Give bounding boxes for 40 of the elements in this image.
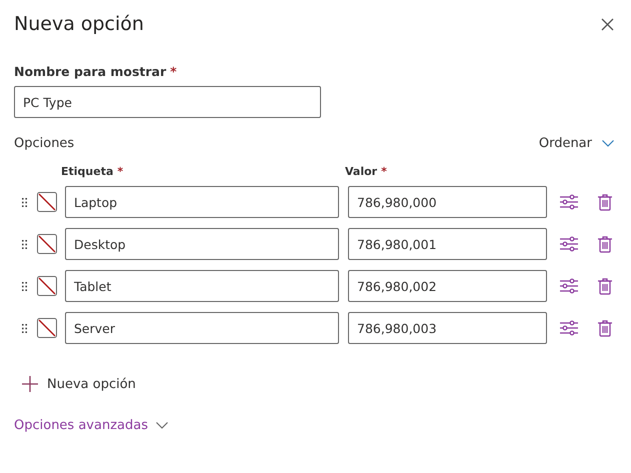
color-swatch-icon[interactable] <box>37 234 57 254</box>
label-field[interactable]: Desktop <box>65 228 339 260</box>
color-swatch-icon[interactable] <box>37 192 57 212</box>
advanced-options-link[interactable]: Opciones avanzadas <box>14 418 168 433</box>
sort-button[interactable]: Ordenar <box>538 136 617 151</box>
chevron-down-icon[interactable] <box>602 140 614 147</box>
trash-icon[interactable] <box>598 236 612 252</box>
drag-handle-icon[interactable] <box>22 198 27 206</box>
value-field[interactable]: 786,980,002 <box>348 270 547 302</box>
sliders-icon[interactable] <box>560 194 578 210</box>
sliders-icon[interactable] <box>560 278 578 294</box>
section-heading: Opciones <box>14 136 74 151</box>
drag-handle-icon[interactable] <box>22 282 27 290</box>
required-mark: * <box>117 165 124 178</box>
color-swatch-icon[interactable] <box>37 276 57 296</box>
value-field[interactable]: 786,980,000 <box>348 186 547 218</box>
trash-icon[interactable] <box>598 320 612 336</box>
value-field[interactable]: 786,980,003 <box>348 312 547 344</box>
column-header: Etiqueta <box>61 165 114 178</box>
label-field[interactable]: Tablet <box>65 270 339 302</box>
trash-icon[interactable] <box>598 278 612 294</box>
value-field[interactable]: 786,980,001 <box>348 228 547 260</box>
required-mark: * <box>170 64 177 79</box>
drag-handle-icon[interactable] <box>22 240 27 248</box>
field-label: Nombre para mostrar <box>14 64 166 79</box>
color-swatch-icon[interactable] <box>37 318 57 338</box>
trash-icon[interactable] <box>598 194 612 210</box>
drag-handle-icon[interactable] <box>22 324 27 332</box>
label-field[interactable]: Server <box>65 312 339 344</box>
add-option-button[interactable]: Nueva opción <box>14 376 136 392</box>
required-mark: * <box>381 165 387 178</box>
column-header: Valor <box>345 165 378 178</box>
display-name-field[interactable]: PC Type <box>14 86 321 118</box>
plus-icon[interactable] <box>22 376 38 392</box>
close-icon[interactable] <box>601 18 614 30</box>
panel-title: Nueva opción <box>14 13 144 35</box>
sliders-icon[interactable] <box>560 236 578 252</box>
chevron-down-icon[interactable] <box>156 422 168 429</box>
label-field[interactable]: Laptop <box>65 186 339 218</box>
sliders-icon[interactable] <box>560 320 578 336</box>
